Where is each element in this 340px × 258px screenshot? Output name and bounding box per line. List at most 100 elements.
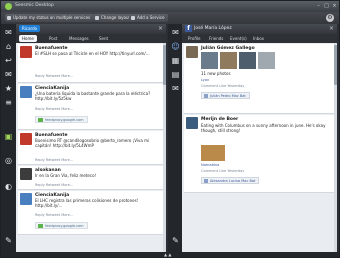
tab-profile[interactable]: Profile (185, 35, 203, 42)
maximize-button[interactable]: □ (323, 3, 330, 9)
link-preview[interactable]: feedproxy.google.com (35, 222, 88, 229)
change-layout-button[interactable]: Change layout (93, 14, 134, 22)
post-actions[interactable]: Comment Like Yesterday (201, 84, 244, 88)
add-service-button[interactable]: Add a Service (129, 14, 168, 22)
reply-icon[interactable]: ↩ (4, 56, 13, 65)
post-link[interactable]: Lyon (201, 78, 209, 82)
twitter-column-header: Ricardo × (16, 24, 166, 34)
post-subtitle: 11 new photos (201, 71, 231, 76)
update-status-button[interactable]: Update my status on multiple services (5, 14, 94, 22)
tab-events[interactable]: Event(s) (227, 35, 250, 42)
facebook-column-header: f José María López × (182, 24, 337, 34)
left-scrollbar[interactable] (163, 43, 166, 254)
post-actions[interactable]: Comment Like Yesterday (201, 169, 244, 173)
search-icon[interactable]: ◎ (4, 156, 13, 165)
user-icon (204, 179, 208, 183)
tweet-actions[interactable]: Reply Retweet More... (35, 74, 73, 78)
avatar[interactable] (20, 133, 32, 145)
phone-icon[interactable]: ▣ (4, 132, 13, 141)
close-button[interactable]: × (331, 3, 338, 9)
photo-thumbnail[interactable] (201, 52, 218, 69)
chat-icon[interactable]: ✉ (171, 28, 180, 37)
facebook-icon: f (185, 25, 192, 32)
close-column-icon[interactable]: × (158, 25, 163, 32)
app-window: Seesmic Desktop – □ × Update my status o… (0, 0, 340, 258)
post-author[interactable]: Merijn de Boer (201, 117, 238, 122)
post-author[interactable]: Julián Gómez Gallego (201, 46, 255, 51)
settings-icon[interactable]: ✎ (171, 236, 180, 245)
avatar[interactable] (186, 46, 198, 58)
update-status-label: Update my status on multiple services (13, 15, 91, 20)
post-link[interactable]: Namabina (201, 163, 219, 167)
home-icon[interactable]: ⌂ (4, 42, 13, 51)
post-comment-button[interactable]: Julián Pedro Mac Bat (201, 92, 250, 99)
facebook-tabs: Profile Friends Event(s) Inbox (182, 34, 337, 43)
facebook-post[interactable]: Merijn de Boer Eating with Columbus on a… (184, 115, 335, 193)
user-icon[interactable]: ☺ (171, 42, 180, 51)
photo-thumbnail[interactable] (258, 52, 275, 69)
post-comment-button[interactable]: Alexandra Lucina Mac Bat (201, 177, 260, 184)
lock-icon[interactable]: ◐ (4, 182, 13, 191)
minimize-button[interactable]: – (315, 3, 322, 9)
mail-icon[interactable]: ✉ (4, 70, 13, 79)
photo-icon[interactable]: ▦ (171, 56, 180, 65)
tweet-actions[interactable]: Reply Retweet More... (35, 213, 73, 217)
link-preview[interactable]: feedproxy.google.com (35, 116, 88, 123)
tweet-item[interactable]: Buenafuente Buenisimo RT @candilogosobri… (18, 131, 164, 165)
tweet-actions[interactable]: Reply Retweet More... (35, 107, 73, 111)
right-scrollbar[interactable] (334, 43, 337, 254)
twitter-column: Ricardo × Home Post Messages Sent Buenaf… (16, 24, 166, 254)
link-preview-label: feedproxy.google.com (45, 118, 84, 122)
tab-sent[interactable]: Sent (96, 35, 111, 42)
star-icon[interactable]: ★ (4, 84, 13, 93)
photo-thumbnail[interactable] (220, 52, 237, 69)
facebook-feed: Julián Gómez Gallego 11 new photos Lyon … (182, 43, 337, 254)
app-logo-icon (5, 3, 12, 10)
chat-icon[interactable]: ✉ (4, 28, 13, 37)
tab-post[interactable]: Post (46, 35, 60, 42)
account-badge[interactable]: Ricardo (19, 25, 41, 32)
plus-icon (131, 16, 135, 20)
settings-icon[interactable]: ✎ (4, 236, 13, 245)
post-comment-label: Alexandra Lucina Mac Bat (210, 179, 256, 183)
facebook-column-title: José María López (194, 26, 232, 31)
gear-icon[interactable]: ⚙ (326, 14, 334, 22)
scrollbar-thumb[interactable] (163, 45, 166, 85)
post-text: Eating with Columbus on a sunny afternoo… (201, 123, 326, 133)
post-image[interactable] (201, 145, 225, 161)
avatar[interactable] (20, 168, 32, 180)
tab-home[interactable]: Home (19, 35, 37, 42)
link-preview-label: feedproxy.google.com (45, 224, 84, 228)
post-comment-label: Julián Pedro Mac Bat (210, 94, 246, 98)
add-service-label: Add a Service (137, 15, 165, 20)
tab-inbox[interactable]: Inbox (250, 35, 267, 42)
tweet-feed: Buenafuente El #SLH se pasa al Tricicle … (16, 43, 166, 254)
tweet-actions[interactable]: Reply Retweet More... (35, 183, 73, 187)
tab-friends[interactable]: Friends (206, 35, 226, 42)
tweet-item[interactable]: CienciaKanija El LHC registra las primer… (18, 191, 164, 235)
inbox-icon[interactable]: ✉ (171, 84, 180, 93)
photo-thumbnail[interactable] (239, 52, 256, 69)
avatar[interactable] (186, 117, 198, 129)
tweet-actions[interactable]: Reply Retweet More... (35, 158, 73, 162)
app-title: Seesmic Desktop (15, 3, 54, 8)
tab-messages[interactable]: Messages (66, 35, 92, 42)
avatar[interactable] (20, 86, 32, 98)
tweet-text: Ir en la Gran Vía, feliz meteco! (35, 173, 97, 178)
toolbar: Update my status on multiple services Ch… (1, 12, 339, 24)
scrollbar-thumb[interactable] (334, 45, 337, 85)
facebook-column: f José María López × Profile Friends Eve… (182, 24, 337, 254)
tweet-item[interactable]: CienciaKanija ¿Una batería líquida la ba… (18, 84, 164, 130)
close-column-icon[interactable]: × (329, 25, 334, 32)
avatar[interactable] (20, 46, 32, 58)
facebook-post[interactable]: Julián Gómez Gallego 11 new photos Lyon … (184, 44, 335, 114)
list-icon[interactable]: ≡ (4, 98, 13, 107)
resize-grip[interactable]: ▲ ▲ (164, 252, 171, 257)
avatar[interactable] (20, 193, 32, 205)
tweet-item[interactable]: Buenafuente El #SLH se pasa al Tricicle … (18, 44, 164, 83)
tweet-text: El LHC registra las primeras colisiones … (35, 198, 139, 208)
tweet-item[interactable]: alsokanan Ir en la Gran Vía, feliz metec… (18, 166, 164, 190)
events-icon[interactable]: ▤ (171, 70, 180, 79)
tweet-text: El #SLH se pasa al Tricicle en el HOY ht… (35, 51, 150, 56)
twitter-tabs: Home Post Messages Sent (16, 34, 166, 43)
